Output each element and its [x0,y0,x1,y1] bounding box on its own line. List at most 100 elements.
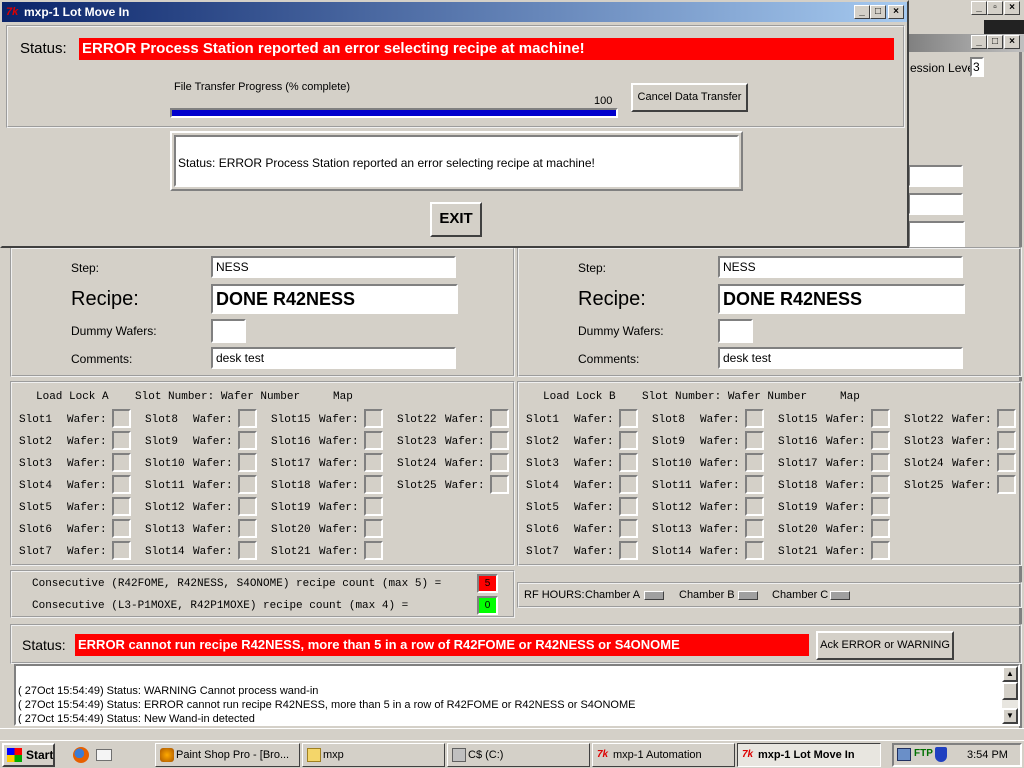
wafer-label: Wafer: [319,480,359,492]
log-scrollbar[interactable]: ▲ ▼ [1002,666,1018,724]
wafer-box-a-9[interactable] [238,431,257,450]
wafer-box-b-21[interactable] [871,541,890,560]
dialog-close-button[interactable]: × [888,5,904,19]
cancel-data-transfer-button[interactable]: Cancel Data Transfer [631,83,748,112]
recipe-field-a[interactable]: DONE R42NESS [211,284,458,314]
right-field-1[interactable] [908,165,963,187]
wafer-box-b-3[interactable] [619,453,638,472]
wafer-box-a-25[interactable] [490,475,509,494]
wafer-box-a-23[interactable] [490,431,509,450]
wafer-box-a-20[interactable] [364,519,383,538]
wafer-box-a-2[interactable] [112,431,131,450]
wafer-label: Wafer: [193,546,233,558]
wafer-label: Wafer: [700,414,740,426]
step-field-a[interactable]: NESS [211,256,456,278]
recipe-label-a: Recipe: [71,288,139,310]
right-field-3[interactable] [908,221,965,248]
slot-label-a-20: Slot20 [271,524,311,536]
wafer-box-a-6[interactable] [112,519,131,538]
wafer-box-a-17[interactable] [364,453,383,472]
wafer-box-b-2[interactable] [619,431,638,450]
shield-icon[interactable] [935,747,947,762]
wafer-box-a-13[interactable] [238,519,257,538]
wafer-box-b-25[interactable] [997,475,1016,494]
wafer-box-a-1[interactable] [112,409,131,428]
wafer-box-b-4[interactable] [619,475,638,494]
bottom-status-bar: ERROR cannot run recipe R42NESS, more th… [75,634,809,656]
wafer-box-b-16[interactable] [871,431,890,450]
step-label-a: Step: [71,261,100,275]
wafer-box-a-5[interactable] [112,497,131,516]
session-level-field[interactable]: 3 [970,57,984,77]
wafer-box-b-11[interactable] [745,475,764,494]
main-minimize-button[interactable]: _ [971,35,987,49]
bg-minimize-button[interactable]: _ [971,1,987,15]
wafer-box-a-10[interactable] [238,453,257,472]
ack-error-button[interactable]: Ack ERROR or WARNING [816,631,954,660]
wafer-box-a-19[interactable] [364,497,383,516]
wafer-box-b-15[interactable] [871,409,890,428]
wafer-box-a-21[interactable] [364,541,383,560]
task-mxp-automation[interactable]: 7k mxp-1 Automation [592,743,735,767]
wafer-box-b-7[interactable] [619,541,638,560]
wafer-box-a-12[interactable] [238,497,257,516]
wafer-box-b-6[interactable] [619,519,638,538]
wafer-box-a-14[interactable] [238,541,257,560]
wafer-box-b-13[interactable] [745,519,764,538]
wafer-box-b-23[interactable] [997,431,1016,450]
ftp-tray-label[interactable]: FTP [914,748,933,759]
wafer-box-b-1[interactable] [619,409,638,428]
recipe-field-b[interactable]: DONE R42NESS [718,284,965,314]
task-lot-move-in[interactable]: 7k mxp-1 Lot Move In [737,743,881,767]
wafer-label: Wafer: [445,414,485,426]
wafer-box-a-16[interactable] [364,431,383,450]
main-close-button[interactable]: × [1004,35,1020,49]
log-line-1: ( 27Oct 15:54:49) Status: WARNING Cannot… [18,685,319,697]
dialog-maximize-button[interactable]: □ [870,5,886,19]
wafer-box-b-12[interactable] [745,497,764,516]
wafer-box-b-19[interactable] [871,497,890,516]
wafer-box-a-24[interactable] [490,453,509,472]
wafer-box-a-22[interactable] [490,409,509,428]
wafer-box-a-18[interactable] [364,475,383,494]
comments-field-a[interactable]: desk test [211,347,456,369]
right-field-2[interactable] [908,193,963,215]
dialog-minimize-button[interactable]: _ [854,5,870,19]
quicklaunch-mail-icon[interactable] [96,749,112,761]
slot-label-b-1: Slot1 [526,414,560,426]
task-mxp[interactable]: mxp [302,743,445,767]
exit-button[interactable]: EXIT [430,202,482,237]
dummy-field-b[interactable] [718,319,753,343]
start-button[interactable]: Start [2,743,55,767]
bg-close-button[interactable]: × [1004,1,1020,15]
wafer-box-a-11[interactable] [238,475,257,494]
wafer-box-a-7[interactable] [112,541,131,560]
wafer-box-b-8[interactable] [745,409,764,428]
wafer-box-b-18[interactable] [871,475,890,494]
wafer-box-b-17[interactable] [871,453,890,472]
wafer-label: Wafer: [193,524,233,536]
wafer-box-b-24[interactable] [997,453,1016,472]
comments-field-b[interactable]: desk test [718,347,963,369]
wafer-box-b-10[interactable] [745,453,764,472]
wafer-box-b-14[interactable] [745,541,764,560]
wafer-box-a-3[interactable] [112,453,131,472]
bg-restore-button[interactable]: ▫ [987,1,1003,15]
wafer-box-b-5[interactable] [619,497,638,516]
wafer-box-a-4[interactable] [112,475,131,494]
dummy-field-a[interactable] [211,319,246,343]
task-paint-shop-pro[interactable]: Paint Shop Pro - [Bro... [155,743,300,767]
wafer-box-b-20[interactable] [871,519,890,538]
task-c-drive[interactable]: C$ (C:) [447,743,590,767]
network-icon[interactable] [897,748,911,761]
quicklaunch-firefox-icon[interactable] [73,747,89,763]
scroll-down-icon[interactable]: ▼ [1002,708,1018,724]
wafer-box-b-22[interactable] [997,409,1016,428]
scroll-thumb[interactable] [1002,682,1018,700]
main-restore-button[interactable]: □ [987,35,1003,49]
scroll-up-icon[interactable]: ▲ [1002,666,1018,682]
wafer-box-a-15[interactable] [364,409,383,428]
wafer-box-b-9[interactable] [745,431,764,450]
wafer-box-a-8[interactable] [238,409,257,428]
step-field-b[interactable]: NESS [718,256,963,278]
